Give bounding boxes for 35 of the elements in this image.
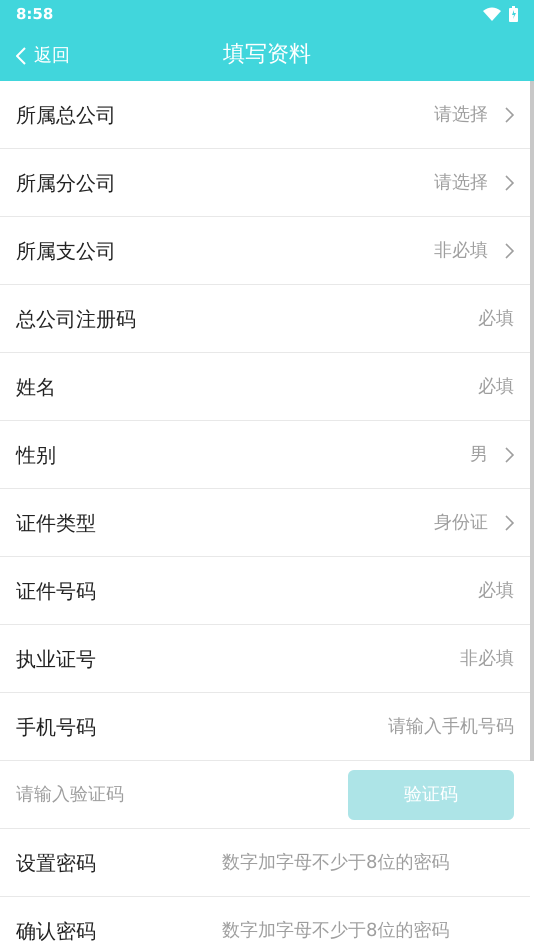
input-field[interactable]: 数字加字母不少于8位的密码 [112,917,514,944]
field-label: 手机号码 [16,714,96,740]
input-field[interactable]: 非必填 [112,645,514,672]
scrollbar[interactable] [530,81,534,761]
field-label: 姓名 [16,374,56,400]
chevron-right-icon [504,242,514,258]
input-field[interactable]: 必填 [152,305,514,332]
field-value: 身份证 [434,511,488,535]
field-value: 非必填 [434,239,488,263]
chevron-right-icon [504,514,514,530]
chevron-right-icon [504,174,514,190]
input-field[interactable]: 请输入手机号码 [112,713,514,740]
field-label: 总公司注册码 [16,306,136,332]
chevron-right-icon [504,446,514,462]
field-value: 请选择 [434,103,488,127]
field-label: 执业证号 [16,646,96,672]
input-field[interactable]: 必填 [72,373,514,400]
input-field[interactable]: 必填 [112,577,514,604]
chevron-left-icon [16,46,26,64]
chevron-right-icon [504,106,514,122]
field-label: 设置密码 [16,850,96,876]
field-label: 证件类型 [16,510,96,536]
field-value: 请选择 [434,171,488,195]
battery-icon [509,6,518,22]
input-field[interactable]: 数字加字母不少于8位的密码 [112,849,514,876]
field-label: 确认密码 [16,918,96,944]
field-label: 所属总公司 [16,102,116,128]
field-label: 性别 [16,442,56,468]
field-label: 所属分公司 [16,170,116,196]
field-label: 证件号码 [16,578,96,604]
page-title: 填写资料 [223,41,311,69]
field-label: 所属支公司 [16,238,116,264]
field-value: 男 [470,443,488,467]
status-time: 8:58 [16,4,54,25]
wifi-icon [483,7,501,21]
